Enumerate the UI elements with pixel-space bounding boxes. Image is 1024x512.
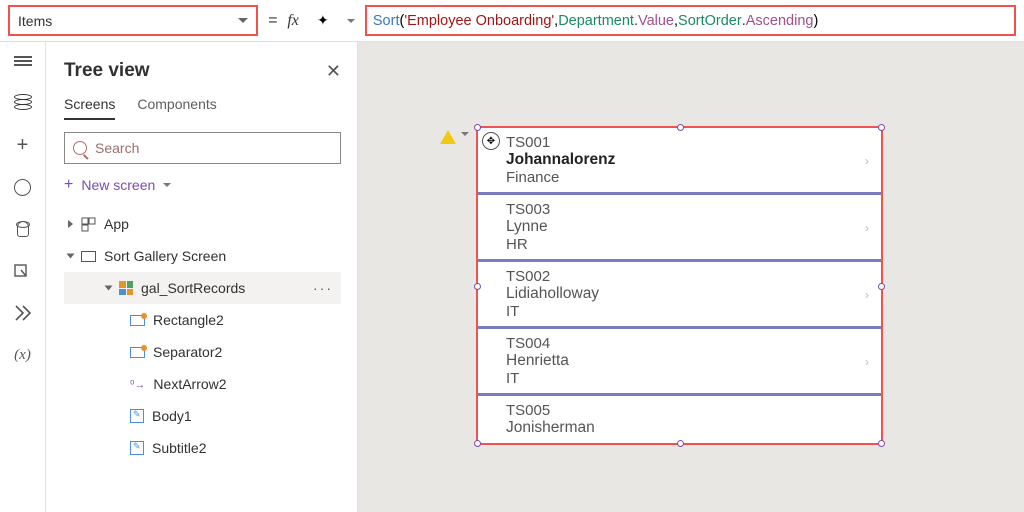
formula-bar: Items = fx ✦ Sort('Employee Onboarding',… — [0, 0, 1024, 42]
chevron-right-icon[interactable]: › — [865, 154, 869, 168]
tree-node-app[interactable]: App — [64, 208, 341, 240]
row-name: Johannalorenz — [506, 151, 869, 169]
property-selector[interactable]: Items — [8, 5, 258, 36]
row-id: TS002 — [506, 268, 869, 285]
gallery-row[interactable]: TS004 Henrietta IT › — [478, 329, 881, 396]
hamburger-icon[interactable] — [13, 52, 33, 70]
row-name: Henrietta — [506, 352, 869, 370]
arrow-icon: ⁰→ — [130, 378, 145, 391]
gallery-icon — [119, 281, 133, 295]
close-icon[interactable]: ✕ — [326, 61, 341, 82]
property-value: Items — [18, 13, 52, 29]
tree-view-panel: Tree view ✕ Screens Components Search + … — [46, 42, 358, 512]
chevron-right-icon[interactable]: › — [865, 221, 869, 235]
formula-token: Sort — [373, 13, 400, 29]
row-id: TS005 — [506, 402, 869, 419]
search-placeholder: Search — [95, 140, 139, 156]
formula-token: 'Employee Onboarding' — [404, 13, 554, 29]
new-screen-label: New screen — [81, 177, 155, 193]
chevron-down-icon[interactable] — [347, 19, 355, 23]
gallery-row[interactable]: TS005 Jonisherman — [478, 396, 881, 443]
chevron-right-icon[interactable]: › — [865, 355, 869, 369]
variables-icon[interactable]: (x) — [13, 346, 33, 364]
tree-node-body[interactable]: Body1 — [64, 400, 341, 432]
node-label: Subtitle2 — [152, 440, 206, 456]
caret-icon — [67, 254, 75, 259]
caret-icon — [105, 286, 113, 291]
chevron-down-icon — [163, 183, 171, 187]
node-label: NextArrow2 — [153, 376, 226, 392]
row-name: Jonisherman — [506, 419, 869, 437]
gallery-row[interactable]: TS003 Lynne HR › — [478, 195, 881, 262]
app-icon — [81, 217, 96, 232]
formula-token: Department — [558, 13, 634, 29]
insert-icon[interactable]: + — [13, 136, 33, 154]
tab-components[interactable]: Components — [137, 96, 216, 120]
tree-node-nextarrow[interactable]: ⁰→ NextArrow2 — [64, 368, 341, 400]
row-name: Lidiaholloway — [506, 285, 869, 303]
tree-node-gallery[interactable]: gal_SortRecords ··· — [64, 272, 341, 304]
formula-token: Value — [638, 13, 674, 29]
node-label: App — [104, 216, 129, 232]
node-label: Body1 — [152, 408, 192, 424]
tree-node-subtitle[interactable]: Subtitle2 — [64, 432, 341, 464]
screen-icon — [81, 251, 96, 262]
rectangle-icon — [130, 347, 145, 358]
row-dept: HR — [506, 236, 869, 253]
chevron-right-icon[interactable]: › — [865, 288, 869, 302]
row-id: TS004 — [506, 335, 869, 352]
formula-token: Ascending — [746, 13, 814, 29]
tree-view-icon[interactable] — [13, 94, 33, 112]
panel-title: Tree view — [64, 60, 150, 82]
gallery-row[interactable]: TS001 Johannalorenz Finance › — [478, 128, 881, 195]
fx-label[interactable]: fx — [287, 12, 299, 30]
text-icon — [130, 409, 144, 423]
copilot-icon[interactable]: ✦ — [309, 9, 337, 33]
left-rail: + (x) — [0, 42, 46, 512]
power-automate-icon[interactable] — [13, 304, 33, 322]
data-icon[interactable] — [13, 220, 33, 238]
row-dept: Finance — [506, 169, 869, 186]
chevron-down-icon — [238, 18, 248, 23]
equals-sign: = — [268, 12, 277, 30]
new-screen-button[interactable]: + New screen — [64, 176, 341, 194]
node-label: Rectangle2 — [153, 312, 224, 328]
formula-token: SortOrder — [678, 13, 742, 29]
tree-node-separator[interactable]: Separator2 — [64, 336, 341, 368]
node-label: Separator2 — [153, 344, 222, 360]
row-id: TS001 — [506, 134, 869, 151]
warning-icon[interactable] — [440, 130, 456, 144]
plus-icon: + — [64, 176, 73, 194]
tab-screens[interactable]: Screens — [64, 96, 115, 120]
search-input[interactable]: Search — [64, 132, 341, 164]
node-label: gal_SortRecords — [141, 280, 245, 296]
tree-node-rectangle[interactable]: Rectangle2 — [64, 304, 341, 336]
search-icon — [73, 141, 87, 155]
media-icon[interactable] — [13, 262, 33, 280]
chevron-down-icon[interactable] — [461, 132, 469, 136]
formula-input[interactable]: Sort('Employee Onboarding',Department.Va… — [365, 5, 1016, 36]
text-icon — [130, 441, 144, 455]
tree-node-screen[interactable]: Sort Gallery Screen — [64, 240, 341, 272]
row-dept: IT — [506, 370, 869, 387]
row-dept: IT — [506, 303, 869, 320]
caret-icon — [68, 220, 73, 228]
rectangle-icon — [130, 315, 145, 326]
formula-token: ) — [813, 13, 818, 29]
row-id: TS003 — [506, 201, 869, 218]
theme-icon[interactable] — [13, 178, 33, 196]
gallery-row[interactable]: TS002 Lidiaholloway IT › — [478, 262, 881, 329]
node-label: Sort Gallery Screen — [104, 248, 226, 264]
row-name: Lynne — [506, 218, 869, 236]
more-icon[interactable]: ··· — [313, 280, 333, 296]
canvas[interactable]: ✥ TS001 Johannalorenz Finance › TS003 Ly… — [358, 42, 1024, 512]
gallery-control[interactable]: ✥ TS001 Johannalorenz Finance › TS003 Ly… — [476, 126, 883, 445]
